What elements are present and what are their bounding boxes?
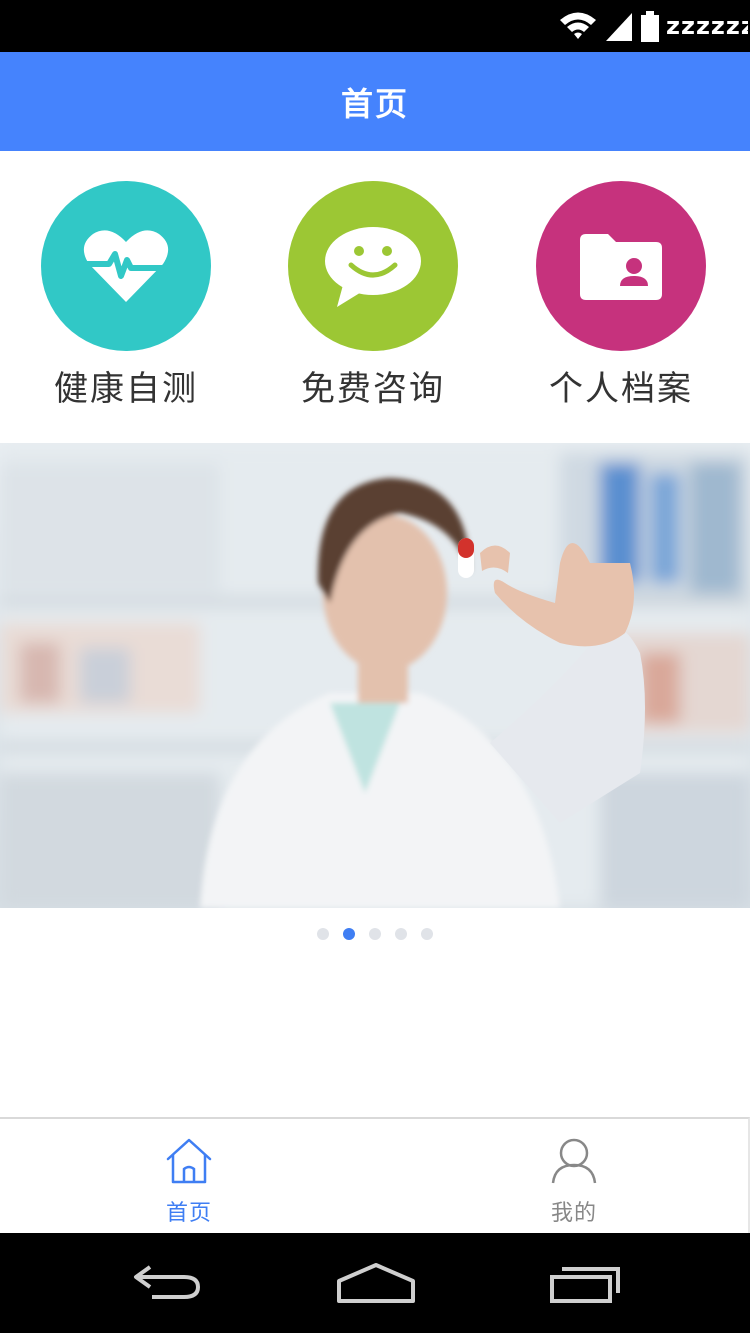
- doctor-holding-pill-photo: [0, 443, 750, 908]
- battery-icon: [641, 11, 659, 42]
- home-nav-icon[interactable]: [336, 1259, 416, 1305]
- carousel-dot[interactable]: [317, 928, 329, 940]
- status-bar: zzzzzz: [0, 0, 750, 52]
- tab-home[interactable]: 首页: [129, 1137, 249, 1227]
- status-carrier-text: zzzzzz: [666, 12, 748, 40]
- shortcut-grid: 健康自测 免费咨询 个人档案: [0, 151, 750, 443]
- tab-mine[interactable]: 我的: [514, 1137, 634, 1227]
- signal-icon: [606, 13, 632, 41]
- wifi-icon: [560, 12, 596, 39]
- shortcut-label: 个人档案: [549, 369, 693, 409]
- tab-home-label: 首页: [165, 1201, 212, 1226]
- carousel-dot[interactable]: [395, 928, 407, 940]
- shortcut-circle: [536, 181, 706, 351]
- heart-pulse-icon: [83, 230, 169, 302]
- carousel-dot-active[interactable]: [343, 928, 355, 940]
- user-icon: [551, 1138, 597, 1184]
- shortcut-circle: [41, 181, 211, 351]
- app-bar: 首页: [0, 52, 750, 151]
- shortcut-circle: [288, 181, 458, 351]
- bottom-tab-bar: 首页 我的: [0, 1117, 750, 1235]
- profile-folder-icon: [580, 234, 662, 300]
- shortcut-label: 健康自测: [54, 369, 198, 409]
- carousel-dot[interactable]: [421, 928, 433, 940]
- status-icons: zzzzzz: [558, 0, 750, 52]
- shortcut-personal-record[interactable]: 个人档案: [511, 181, 731, 421]
- shortcut-free-consult[interactable]: 免费咨询: [263, 181, 483, 421]
- chat-smile-icon: [325, 227, 421, 307]
- recents-icon[interactable]: [548, 1259, 624, 1305]
- home-icon: [166, 1138, 212, 1184]
- back-icon[interactable]: [130, 1259, 204, 1305]
- tab-mine-label: 我的: [550, 1201, 597, 1226]
- carousel-dot[interactable]: [369, 928, 381, 940]
- system-nav-bar: [0, 1233, 750, 1333]
- shortcut-label: 免费咨询: [301, 369, 445, 409]
- page-title: 首页: [340, 84, 409, 123]
- banner-carousel[interactable]: [0, 443, 750, 908]
- shortcut-health-selftest[interactable]: 健康自测: [16, 181, 236, 421]
- carousel-indicator: [0, 928, 750, 944]
